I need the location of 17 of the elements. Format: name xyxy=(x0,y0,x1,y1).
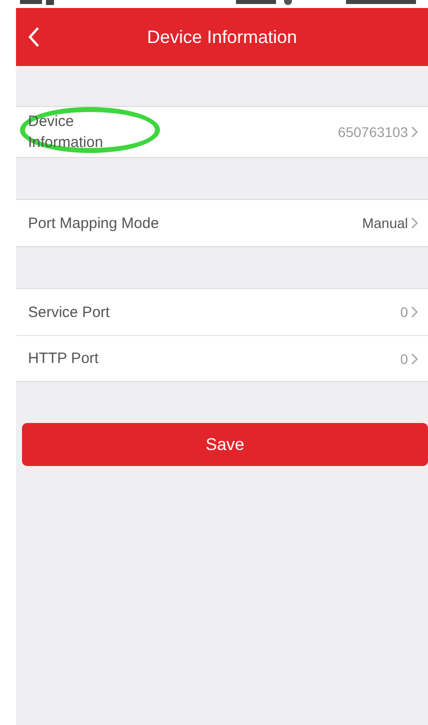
settings-row[interactable]: Port Mapping Mode Manual xyxy=(16,200,428,246)
back-icon xyxy=(28,26,40,48)
row-label: Port Mapping Mode xyxy=(28,214,159,234)
row-value: 650763103 xyxy=(338,124,408,140)
row-value: 0 xyxy=(400,304,408,320)
chevron-right-icon xyxy=(411,306,418,318)
chevron-right-icon xyxy=(411,352,418,364)
settings-row[interactable]: Service Port 0 xyxy=(16,289,428,335)
row-value: Manual xyxy=(362,215,408,231)
row-value: 0 xyxy=(400,350,408,366)
chevron-right-icon xyxy=(411,126,418,138)
save-button[interactable]: Save xyxy=(22,423,428,466)
chevron-right-icon xyxy=(411,217,418,229)
row-label: HTTP Port xyxy=(28,349,99,369)
screen-title: Device Information xyxy=(146,26,298,48)
settings-row[interactable]: HTTP Port 0 xyxy=(16,335,428,381)
row-label: Service Port xyxy=(28,302,110,322)
